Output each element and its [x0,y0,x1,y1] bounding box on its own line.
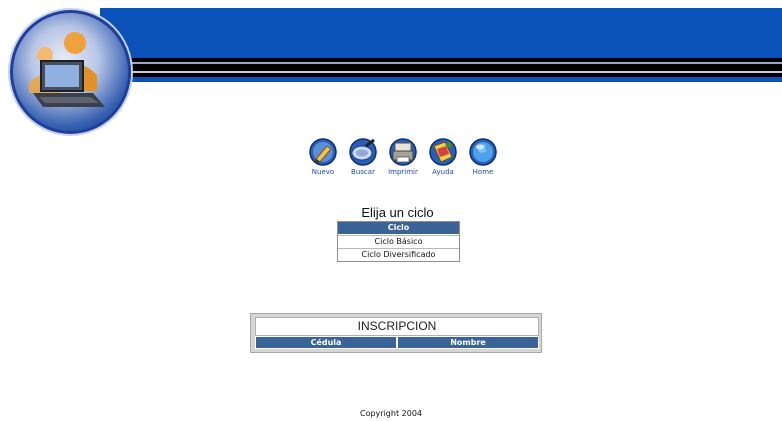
home-label: Home [472,168,494,176]
ciclo-option-diversificado[interactable]: Ciclo Diversificado [338,248,459,261]
nuevo-label: Nuevo [311,168,335,176]
ayuda-label: Ayuda [432,168,454,176]
buscar-label: Buscar [351,168,375,176]
header-banner [100,8,782,58]
computer-user-icon [10,10,131,134]
column-header-cedula: Cédula [255,336,397,349]
inscripcion-title: INSCRIPCION [255,317,539,336]
header-stripe [118,64,782,71]
pencil-icon [309,138,337,166]
magnifier-icon [349,138,377,166]
printer-icon [389,138,417,166]
globe-icon [469,138,497,166]
ciclo-header: Ciclo [338,222,459,235]
inscripcion-panel: INSCRIPCION Cédula Nombre [250,313,542,353]
toolbar: Nuevo Buscar Imprimir Ayuda Home [303,137,503,179]
ayuda-button[interactable]: Ayuda [423,137,463,179]
nuevo-button[interactable]: Nuevo [303,137,343,179]
imprimir-button[interactable]: Imprimir [383,137,423,179]
buscar-button[interactable]: Buscar [343,137,383,179]
home-button[interactable]: Home [463,137,503,179]
inscripcion-header-row: Cédula Nombre [255,336,539,349]
help-icon [429,138,457,166]
ciclo-table: Ciclo Ciclo Básico Ciclo Diversificado [337,221,460,262]
copyright-text: Copyright 2004 [360,409,422,418]
imprimir-label: Imprimir [388,168,418,176]
ciclo-option-basico[interactable]: Ciclo Básico [338,235,459,248]
column-header-nombre: Nombre [397,336,539,349]
header-stripe [118,77,782,82]
ciclo-prompt: Elija un ciclo [361,205,434,220]
